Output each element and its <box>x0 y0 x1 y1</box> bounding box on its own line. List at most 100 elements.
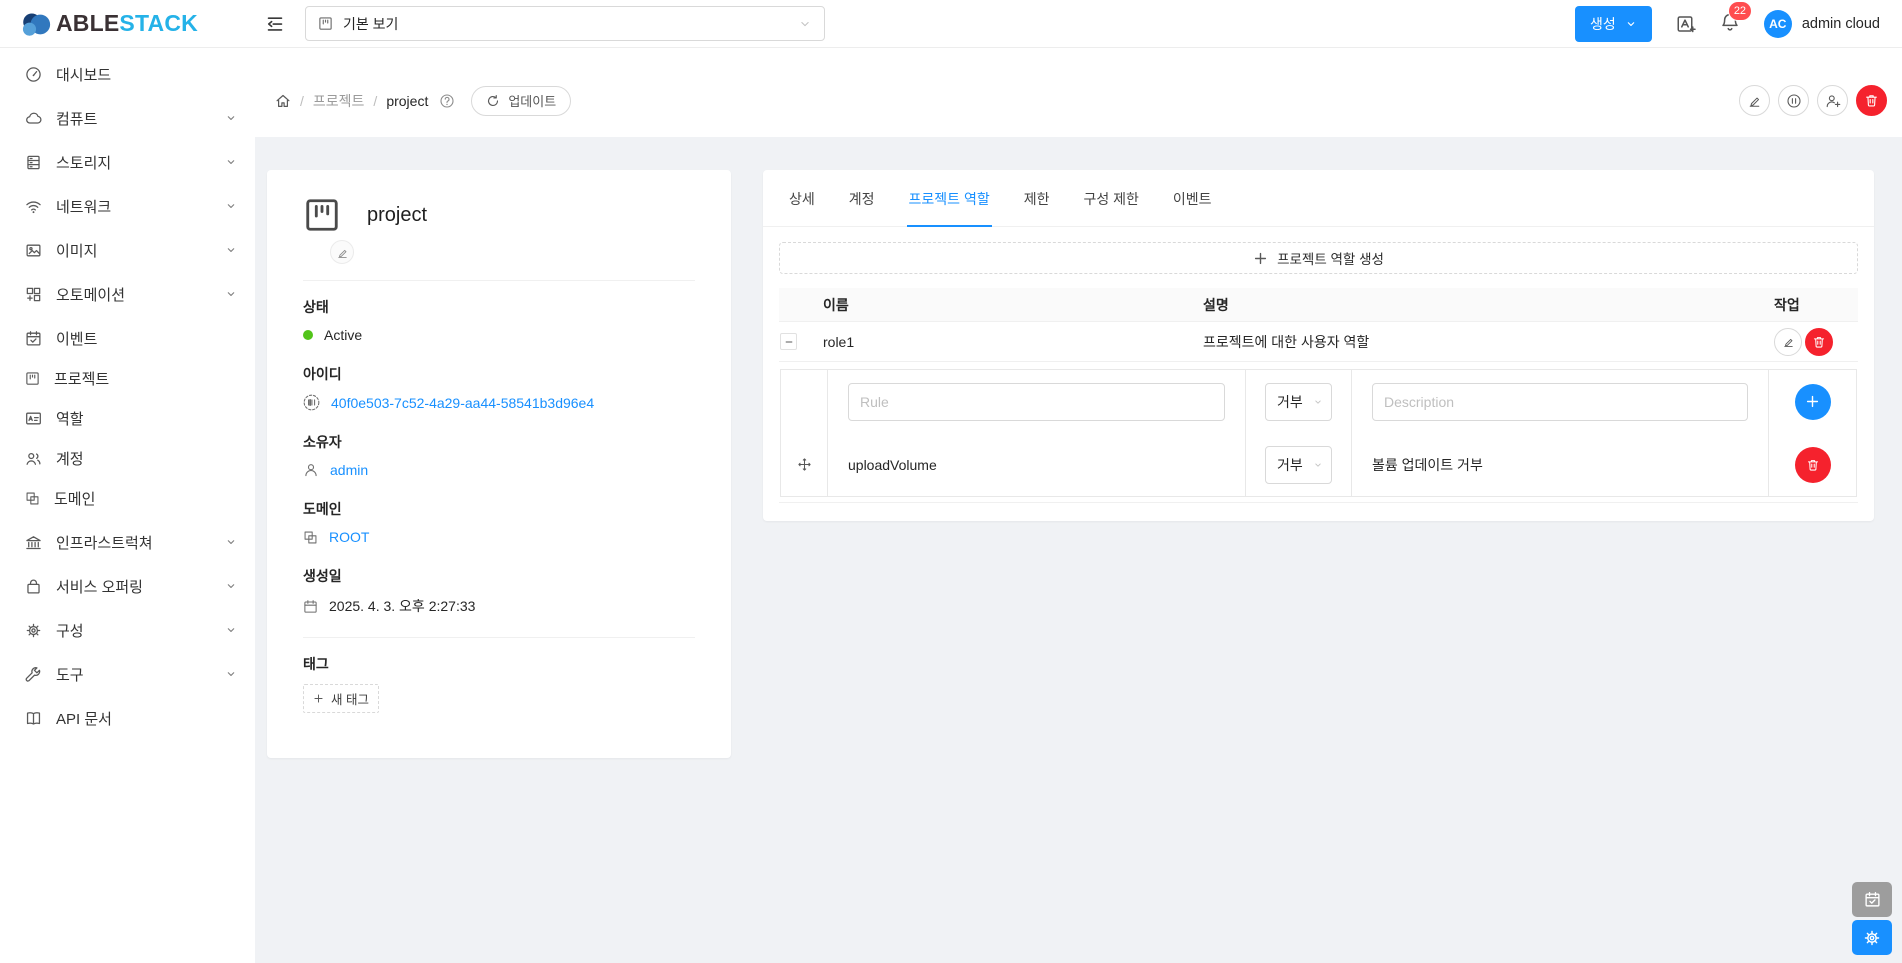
domain-link[interactable]: ROOT <box>329 529 369 545</box>
tab-events[interactable]: 이벤트 <box>1171 170 1214 226</box>
sidebar-item-configuration[interactable]: 구성 <box>0 610 255 650</box>
tab-configure-limits[interactable]: 구성 제한 <box>1081 170 1140 226</box>
image-icon <box>25 242 42 259</box>
tab-project-roles[interactable]: 프로젝트 역할 <box>907 170 992 226</box>
sidebar-item-images[interactable]: 이미지 <box>0 230 255 270</box>
avatar: AC <box>1764 10 1792 38</box>
project-detail-card: 상세 계정 프로젝트 역할 제한 구성 제한 이벤트 프로젝트 역할 생성 이름 설명 작… <box>763 170 1874 521</box>
storage-icon <box>25 154 42 171</box>
idcard-icon <box>25 410 42 427</box>
help-icon[interactable] <box>439 93 455 109</box>
annotation-add-icon[interactable] <box>1676 14 1696 34</box>
divider <box>303 280 695 281</box>
sidebar-item-label: 스토리지 <box>56 152 111 173</box>
user-icon <box>303 462 319 478</box>
description-input[interactable] <box>1372 383 1748 421</box>
sidebar-item-accounts[interactable]: 계정 <box>0 438 255 478</box>
sidebar-item-projects[interactable]: 프로젝트 <box>0 358 255 398</box>
status-label: 상태 <box>303 297 695 317</box>
edit-project-button[interactable] <box>1739 85 1770 116</box>
create-project-role-button[interactable]: 프로젝트 역할 생성 <box>779 242 1858 274</box>
sidebar-item-label: 인프라스트럭쳐 <box>56 532 153 553</box>
sidebar-item-label: 계정 <box>56 448 84 469</box>
id-label: 아이디 <box>303 364 695 384</box>
settings-button[interactable] <box>1852 920 1892 955</box>
trash-icon <box>1812 335 1826 349</box>
chevron-down-icon <box>225 244 237 256</box>
drag-handle-icon[interactable] <box>797 457 812 472</box>
main-content: / 프로젝트 / project 업데이트 <box>255 48 1902 963</box>
sidebar-item-dashboard[interactable]: 대시보드 <box>0 54 255 94</box>
rule-name: uploadVolume <box>848 457 937 473</box>
edit-role-button[interactable] <box>1774 328 1802 356</box>
sidebar-item-tools[interactable]: 도구 <box>0 654 255 694</box>
sidebar-item-label: 역할 <box>56 408 84 429</box>
user-add-icon <box>1825 93 1841 109</box>
edit-icon-button[interactable] <box>330 240 354 264</box>
user-menu[interactable]: AC admin cloud <box>1764 10 1880 38</box>
sidebar-item-api-docs[interactable]: API 문서 <box>0 698 255 738</box>
sidebar-item-label: 이미지 <box>56 240 97 261</box>
new-tag-button[interactable]: 새 태그 <box>303 684 379 713</box>
add-rule-button[interactable] <box>1795 384 1831 420</box>
sidebar-item-label: 구성 <box>56 620 84 641</box>
rule-permission-select[interactable]: 거부 <box>1265 446 1332 484</box>
sidebar-item-domains[interactable]: 도메인 <box>0 478 255 518</box>
chevron-down-icon <box>225 536 237 548</box>
gear-icon <box>25 622 42 639</box>
delete-rule-button[interactable] <box>1795 447 1831 483</box>
menu-fold-icon[interactable] <box>265 14 285 34</box>
tab-limits[interactable]: 제한 <box>1022 170 1052 226</box>
wrench-icon <box>25 666 42 683</box>
home-icon[interactable] <box>275 93 291 109</box>
pause-icon <box>1786 93 1802 109</box>
column-name: 이름 <box>823 295 1203 315</box>
project-id-value[interactable]: 40f0e503-7c52-4a29-aa44-58541b3d96e4 <box>331 395 594 411</box>
tags-label: 태그 <box>303 654 695 674</box>
created-value: 2025. 4. 3. 오후 2:27:33 <box>329 596 475 616</box>
chevron-down-icon <box>1313 460 1323 470</box>
minus-icon <box>783 336 795 348</box>
events-panel-button[interactable] <box>1852 882 1892 917</box>
domain-icon <box>25 491 40 506</box>
owner-link[interactable]: admin <box>330 462 368 478</box>
sidebar-item-roles[interactable]: 역할 <box>0 398 255 438</box>
sidebar-item-automation[interactable]: 오토메이션 <box>0 274 255 314</box>
sidebar-item-label: 오토메이션 <box>56 284 125 305</box>
team-icon <box>25 450 42 467</box>
sidebar-item-compute[interactable]: 컴퓨트 <box>0 98 255 138</box>
view-select-value: 기본 보기 <box>343 14 398 34</box>
rule-description: 볼륨 업데이트 거부 <box>1372 455 1483 475</box>
permission-select[interactable]: 거부 <box>1265 383 1332 421</box>
bag-icon <box>25 578 42 595</box>
project-roles-table: 이름 설명 작업 role1 프로젝트에 대한 사용자 역할 <box>779 288 1858 503</box>
chevron-down-icon <box>1625 18 1637 30</box>
view-select[interactable]: 기본 보기 <box>305 6 825 41</box>
update-button[interactable]: 업데이트 <box>471 86 571 116</box>
rule-input[interactable] <box>848 383 1225 421</box>
top-bar: ABLESTACK 기본 보기 생성 22 AC admin cloud <box>0 0 1902 48</box>
sidebar-item-service-offerings[interactable]: 서비스 오퍼링 <box>0 566 255 606</box>
breadcrumb-current: project <box>386 93 428 109</box>
tab-accounts[interactable]: 계정 <box>847 170 877 226</box>
delete-project-button[interactable] <box>1856 85 1887 116</box>
create-button[interactable]: 생성 <box>1575 6 1652 42</box>
tab-details[interactable]: 상세 <box>787 170 817 226</box>
suspend-project-button[interactable] <box>1778 85 1809 116</box>
sidebar-item-label: 컴퓨트 <box>56 108 97 129</box>
notifications-button[interactable]: 22 <box>1720 12 1740 35</box>
sidebar-item-storage[interactable]: 스토리지 <box>0 142 255 182</box>
delete-role-button[interactable] <box>1805 328 1833 356</box>
collapse-row-toggle[interactable] <box>780 333 797 350</box>
sidebar-item-network[interactable]: 네트워크 <box>0 186 255 226</box>
sidebar-item-label: 네트워크 <box>56 196 111 217</box>
sidebar-item-label: 대시보드 <box>56 64 111 85</box>
calendar-check-icon <box>25 330 42 347</box>
wifi-icon <box>25 198 42 215</box>
project-icon <box>303 196 341 234</box>
sidebar-item-events[interactable]: 이벤트 <box>0 318 255 358</box>
calendar-icon <box>303 599 318 614</box>
add-account-button[interactable] <box>1817 85 1848 116</box>
breadcrumb-projects-link[interactable]: 프로젝트 <box>313 91 365 111</box>
sidebar-item-infrastructure[interactable]: 인프라스트럭쳐 <box>0 522 255 562</box>
